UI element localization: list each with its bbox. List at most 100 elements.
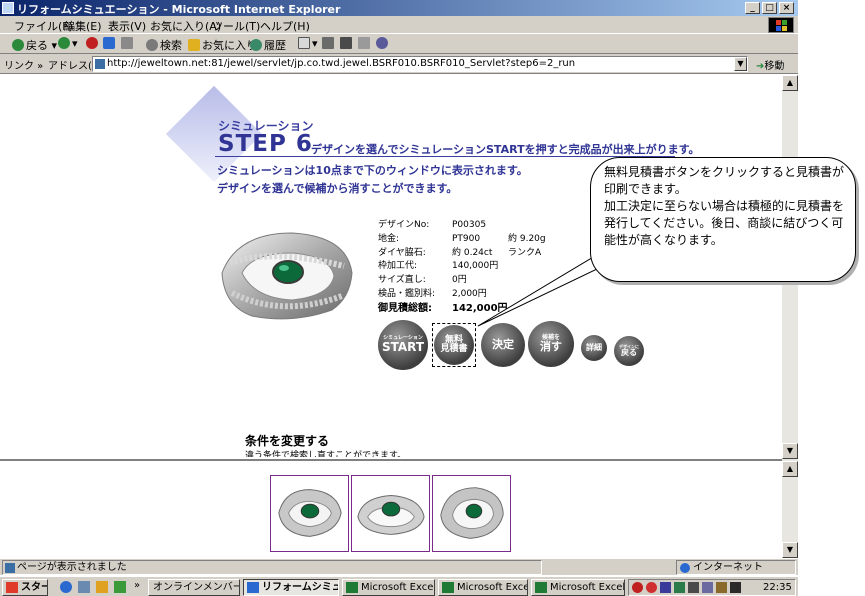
ie-icon [2,2,14,14]
history-label: 履歴 [264,39,286,52]
stop-icon [86,37,98,49]
quicklaunch-media-icon[interactable] [96,581,108,593]
windows-logo-icon [768,17,794,33]
messenger-button[interactable] [376,37,390,50]
scroll-down-button[interactable]: ▼ [782,443,798,459]
quicklaunch-desktop-icon[interactable] [78,581,90,593]
back-button[interactable]: 戻る ▾ [12,37,57,53]
maximize-button[interactable]: □ [762,2,777,14]
task-label: Microsoft Excel [457,582,528,593]
discuss-icon [358,37,370,49]
candidate-thumbnail[interactable] [351,475,430,552]
task-label: Microsoft Excel [550,582,625,593]
start-label: スタート [21,582,47,593]
menu-edit[interactable]: 編集(E) [64,18,102,34]
detail-label: 詳細 [586,342,602,352]
tray-device-icon[interactable] [688,582,699,593]
scroll-up-button[interactable]: ▲ [782,75,798,91]
ie-task-icon [247,582,259,593]
candidate-thumbnail[interactable] [270,475,349,552]
tray-misc-icon[interactable] [716,582,727,593]
windows-start-icon [6,582,18,593]
taskbar-item[interactable]: オンラインメンバー登録 [148,579,240,596]
go-button[interactable]: ➜移動 [756,57,784,72]
taskbar-item[interactable]: Microsoft Excel [531,579,625,596]
messenger-icon [376,37,388,49]
url-text: http://jeweltown.net:81/jewel/servlet/jp… [107,58,576,69]
spec-label: サイズ直し: [378,275,426,286]
excel-icon [442,582,454,593]
favorites-label: お気に入り [202,39,257,52]
print-button[interactable] [322,37,336,50]
tray-app-icon[interactable] [646,582,657,593]
thumbnail-ring-image [440,487,504,539]
quote-label-2: 見積書 [440,344,468,354]
system-tray: 22:35 [628,579,796,596]
window-titlebar: リフォームシミュエーション - Microsoft Internet Explo… [0,0,798,16]
history-button[interactable]: 履歴 [250,37,286,53]
home-button[interactable] [121,37,135,50]
menu-view[interactable]: 表示(V) [108,18,146,34]
spec-label: ダイヤ脇石: [378,247,426,258]
links-label[interactable]: リンク » [4,57,43,72]
search-button[interactable]: 検索 [146,37,182,53]
tray-keyboard-icon[interactable] [730,582,741,593]
task-label: Microsoft Excel [361,582,435,593]
tray-network-icon[interactable] [660,582,671,593]
candidate-scrollbar[interactable]: ▲ ▼ [782,459,798,558]
scroll-up-button[interactable]: ▲ [782,461,798,477]
quicklaunch-ie-icon[interactable] [60,581,72,593]
toolbar: 戻る ▾ ▾ 検索 お気に入り 履歴 ▾ [0,34,798,54]
tray-monitor-icon[interactable] [702,582,713,593]
favorites-button[interactable]: お気に入り [188,37,257,53]
forward-button[interactable]: ▾ [58,37,78,50]
close-button[interactable]: × [779,2,794,14]
refresh-button[interactable] [103,37,117,50]
spec-value: PT900 [452,233,481,244]
simulation-start-button[interactable]: シミュレーション START [378,320,428,370]
window-title: リフォームシミュエーション - Microsoft Internet Explo… [17,3,341,16]
start-button[interactable]: スタート [2,579,48,596]
candidate-thumbnail[interactable] [432,475,511,552]
decide-label: 決定 [492,338,514,352]
thumbnail-ring-image [278,489,342,537]
edit-button[interactable] [340,37,354,50]
ring-image [221,232,353,320]
url-dropdown-button[interactable]: ▼ [734,57,747,71]
taskbar-item[interactable]: Microsoft Excel [342,579,435,596]
mail-button[interactable]: ▾ [298,37,318,50]
status-text: ページが表示されました [17,562,127,573]
change-conditions-link[interactable]: 条件を変更する [245,432,329,449]
menu-tools[interactable]: ツール(T) [212,18,260,34]
discuss-button[interactable] [358,37,372,50]
excel-icon [346,582,358,593]
spec-value: 0円 [452,275,467,286]
menu-favorites[interactable]: お気に入り(A) [150,18,221,34]
url-input[interactable]: http://jeweltown.net:81/jewel/servlet/jp… [92,56,748,72]
scroll-down-button[interactable]: ▼ [782,542,798,558]
tray-ime-icon[interactable] [632,582,643,593]
home-icon [121,37,133,49]
taskbar-item-active[interactable]: リフォームシミュ... [243,579,339,596]
spec-label: 検品・鑑別料: [378,288,436,299]
change-conditions-subtext: 違う条件で検索し直すことができます。 [245,451,407,457]
quicklaunch-more-icon[interactable]: » [134,580,140,591]
start-label: START [381,340,425,355]
minimize-button[interactable]: _ [745,2,760,14]
excel-icon [535,582,547,593]
free-quote-button[interactable]: 無料 見積書 [434,325,474,365]
stop-button[interactable] [86,37,100,50]
quicklaunch-app-icon[interactable] [114,581,126,593]
callout-text: 無料見積書ボタンをクリックすると見積書が印刷できます。 加工決定に至らない場合は… [604,165,845,247]
back-arrow-icon [12,39,24,51]
page-done-icon [5,563,15,573]
mail-icon [298,37,310,49]
page-icon [95,59,105,69]
menu-help[interactable]: ヘルプ(H) [260,18,310,34]
taskbar-item[interactable]: Microsoft Excel [438,579,528,596]
back-to-design-button[interactable]: デザインに 戻る [614,336,644,366]
detail-button[interactable]: 詳細 [581,335,607,361]
zone-panel: インターネット [676,560,796,575]
tray-volume-icon[interactable] [674,582,685,593]
menu-bar: ファイル(F) 編集(E) 表示(V) お気に入り(A) ツール(T) ヘルプ(… [0,16,798,34]
